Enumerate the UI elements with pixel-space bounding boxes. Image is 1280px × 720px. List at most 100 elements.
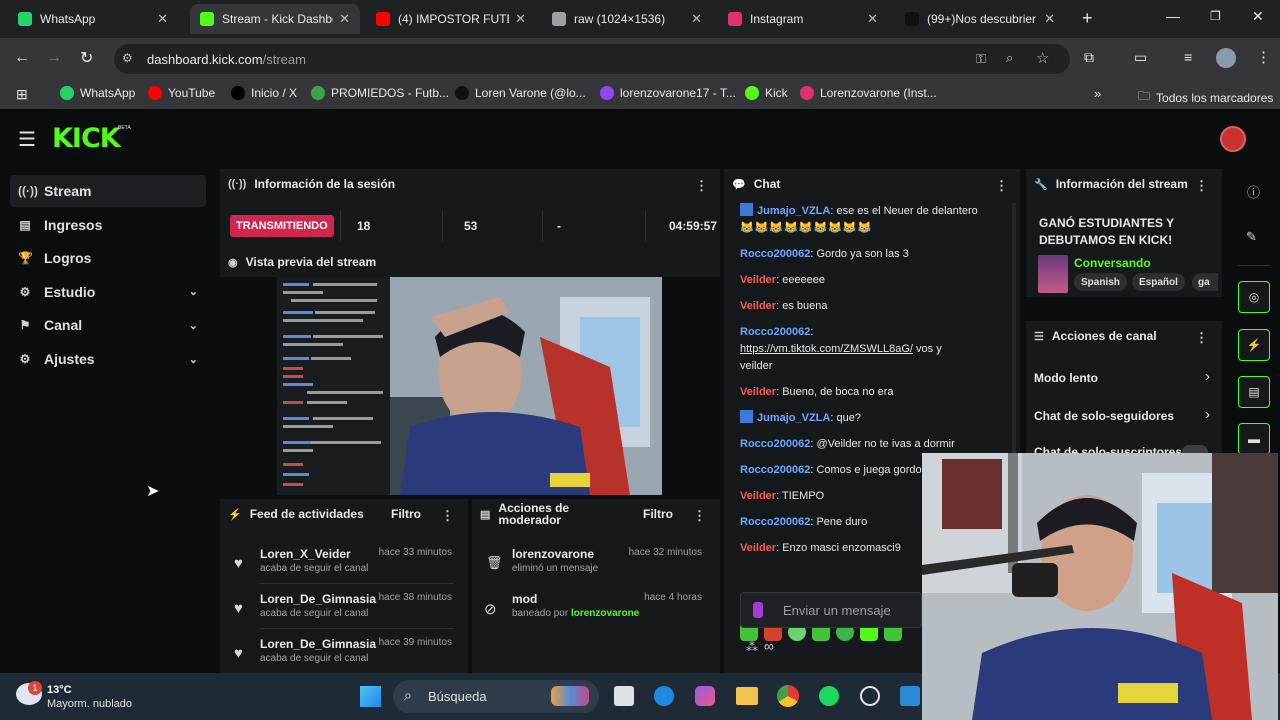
restore-icon[interactable]: ❐: [1210, 9, 1221, 23]
bookmark-item[interactable]: YouTube: [148, 86, 215, 100]
edit-icon[interactable]: ✎: [1246, 229, 1257, 245]
tab-close-icon[interactable]: ✕: [691, 11, 702, 27]
browser-tab[interactable]: Instagram ✕: [718, 4, 888, 34]
tab-close-icon[interactable]: ✕: [867, 11, 878, 27]
sidebar-item-ingresos[interactable]: ▤ Ingresos: [10, 209, 206, 241]
site-info-icon[interactable]: ⚙: [122, 51, 133, 65]
sidebar-item-ajustes[interactable]: ⚙ Ajustes ⌄: [10, 343, 206, 375]
bookmark-item[interactable]: WhatsApp: [60, 86, 135, 100]
all-bookmarks-folder[interactable]: 🗀 Todos los marcadores: [1138, 87, 1273, 108]
tab-close-icon[interactable]: ✕: [515, 11, 526, 27]
tab-close-icon[interactable]: ✕: [339, 11, 350, 27]
bookmark-item[interactable]: Lorenzovarone (Inst...: [800, 86, 937, 100]
bookmark-item[interactable]: Kick: [745, 86, 788, 100]
bookmark-star-icon[interactable]: ☆: [1036, 49, 1049, 67]
feed-username[interactable]: Loren_De_Gimnasia: [260, 592, 376, 606]
menu-kebab-icon[interactable]: ⋮: [1256, 48, 1271, 66]
windows-start-icon[interactable]: [360, 686, 381, 707]
session-options-icon[interactable]: ⋮: [695, 178, 708, 194]
file-explorer-icon[interactable]: [736, 687, 758, 705]
zoom-icon[interactable]: ⌕: [1006, 50, 1013, 66]
chat-users-icon[interactable]: ⁂: [746, 640, 758, 654]
chrome-icon[interactable]: [777, 685, 799, 707]
category-thumbnail[interactable]: [1038, 255, 1068, 293]
rail-camera-button[interactable]: ◎: [1238, 281, 1270, 313]
tag-chip[interactable]: Español: [1132, 273, 1185, 291]
chat-username[interactable]: Rocco200062: [740, 516, 810, 528]
reload-icon[interactable]: ↻: [80, 48, 93, 68]
cast-icon[interactable]: ▭: [1134, 49, 1147, 66]
feed-options-icon[interactable]: ⋮: [441, 508, 454, 524]
profile-avatar[interactable]: [1216, 48, 1236, 68]
user-avatar[interactable]: [1220, 126, 1246, 152]
mod-action-by[interactable]: lorenzovarone: [571, 608, 639, 619]
browser-tab[interactable]: (4) IMPOSTOR FUTBO ✕: [366, 4, 536, 34]
chat-input[interactable]: Enviar un mensaje: [740, 592, 922, 628]
close-window-icon[interactable]: ✕: [1252, 8, 1264, 25]
rail-notes-button[interactable]: ▤: [1238, 376, 1270, 408]
sidebar-item-stream[interactable]: ((·)) Stream: [10, 175, 206, 207]
chat-username[interactable]: Veilder: [740, 274, 776, 286]
task-view-icon[interactable]: [614, 686, 634, 706]
category-name[interactable]: Conversando: [1074, 256, 1151, 270]
tab-close-icon[interactable]: ✕: [1044, 11, 1055, 27]
chat-options-icon[interactable]: ⋮: [995, 178, 1008, 194]
chat-username[interactable]: Jumajo_VZLA: [757, 412, 830, 424]
channel-actions-options-icon[interactable]: ⋮: [1195, 330, 1208, 346]
mod-filter-button[interactable]: Filtro: [643, 507, 673, 521]
app-icon[interactable]: [900, 686, 920, 706]
chat-username[interactable]: Veilder: [740, 542, 776, 554]
chat-username[interactable]: Rocco200062: [740, 248, 810, 260]
chat-username[interactable]: Veilder: [740, 386, 776, 398]
feed-username[interactable]: Loren_De_Gimnasia: [260, 637, 376, 651]
copilot-icon[interactable]: [695, 686, 715, 706]
sidebar-item-estudio[interactable]: ⚙ Estudio ⌄: [10, 276, 206, 308]
forward-icon[interactable]: →: [46, 49, 62, 67]
spotify-icon[interactable]: [819, 686, 839, 706]
apps-grid-icon[interactable]: ⊞: [16, 86, 28, 103]
extensions-icon[interactable]: ⧉: [1084, 49, 1094, 66]
password-key-icon[interactable]: ⚿: [976, 51, 986, 67]
feed-filter-button[interactable]: Filtro: [391, 507, 421, 521]
bookmark-item[interactable]: Inicio / X: [231, 86, 297, 100]
bookmark-item[interactable]: PROMIEDOS - Futb...: [311, 86, 449, 100]
chat-username[interactable]: Veilder: [740, 300, 776, 312]
sidebar-item-canal[interactable]: ⚑ Canal ⌄: [10, 309, 206, 341]
tab-close-icon[interactable]: ✕: [157, 11, 168, 27]
channel-action-row[interactable]: Modo lento ›: [1026, 367, 1222, 393]
rail-chat-button[interactable]: ▬: [1238, 423, 1270, 455]
url-omnibox[interactable]: ⚙ dashboard.kick.com/stream ⚿ ⌕ ☆: [114, 44, 1070, 74]
taskbar-search-box[interactable]: ⌕ Búsqueda: [393, 680, 599, 713]
chat-username[interactable]: Veilder: [740, 490, 776, 502]
feed-username[interactable]: Loren_X_Veider: [260, 547, 351, 561]
rail-quick-action-button[interactable]: ⚡: [1238, 329, 1270, 361]
minimize-icon[interactable]: —: [1166, 8, 1180, 24]
chevron-down-icon[interactable]: ⌄: [189, 353, 198, 366]
chat-username[interactable]: Jumajo_VZLA: [757, 205, 830, 217]
channel-action-row[interactable]: Chat de solo-seguidores ›: [1026, 405, 1222, 431]
edge-icon[interactable]: [654, 686, 674, 706]
bookmark-item[interactable]: Loren Varone (@lo...: [455, 86, 586, 100]
tag-chip[interactable]: ga: [1192, 273, 1218, 291]
new-tab-button[interactable]: +: [1082, 8, 1093, 29]
chat-username[interactable]: Rocco200062: [740, 464, 810, 476]
bookmark-item[interactable]: lorenzovarone17 - T...: [600, 86, 736, 100]
chat-link[interactable]: https://vm.tiktok.com/ZMSWLL8aG/: [740, 343, 913, 355]
tag-chip[interactable]: Spanish: [1074, 273, 1127, 291]
obs-icon[interactable]: [860, 686, 880, 706]
chevron-down-icon[interactable]: ⌄: [189, 319, 198, 332]
media-icon[interactable]: ≡: [1184, 49, 1192, 65]
hamburger-menu-icon[interactable]: ☰: [18, 127, 36, 152]
browser-tab[interactable]: Stream - Kick Dashbo ✕: [190, 4, 360, 34]
chat-username[interactable]: Rocco200062: [740, 326, 810, 338]
sidebar-item-logros[interactable]: 🏆 Logros: [10, 242, 206, 274]
browser-tab[interactable]: (99+)Nos descubrier ✕: [895, 4, 1065, 34]
stream-info-options-icon[interactable]: ⋮: [1195, 178, 1208, 194]
kick-logo[interactable]: KICK: [52, 123, 121, 154]
browser-tab[interactable]: WhatsApp ✕: [8, 4, 178, 34]
more-bookmarks-icon[interactable]: »: [1094, 86, 1101, 101]
back-icon[interactable]: ←: [14, 49, 30, 67]
chevron-down-icon[interactable]: ⌄: [189, 285, 198, 298]
mod-options-icon[interactable]: ⋮: [693, 508, 706, 524]
browser-tab[interactable]: raw (1024×1536) ✕: [542, 4, 712, 34]
